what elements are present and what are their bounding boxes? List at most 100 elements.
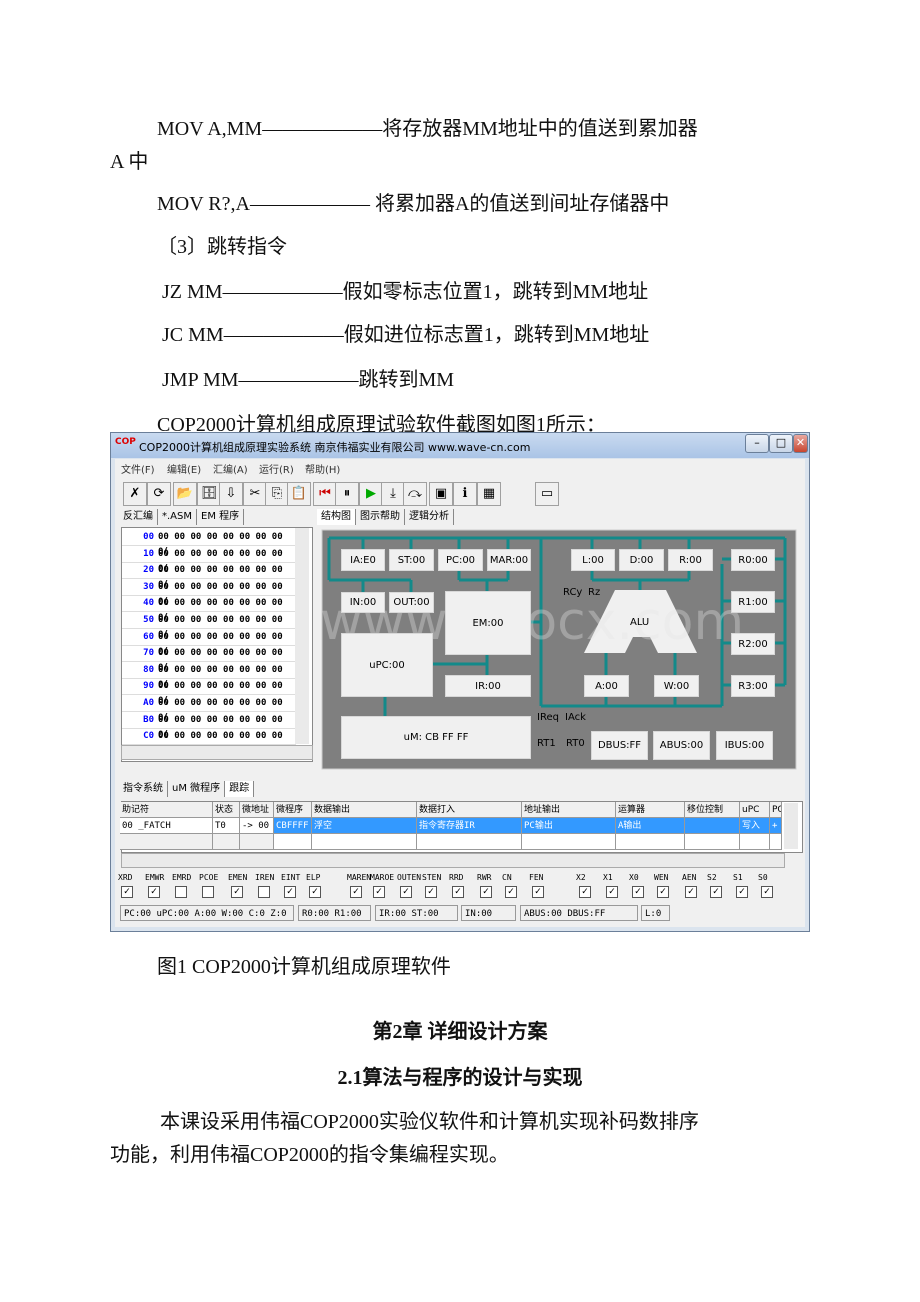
- monitor-icon[interactable]: ▣: [429, 482, 453, 506]
- signal-checkbox-fen[interactable]: ✓: [532, 886, 544, 898]
- bottom-tab[interactable]: 指令系统: [119, 781, 168, 797]
- menu-item[interactable]: 汇编(A): [213, 461, 248, 476]
- left-tab[interactable]: *.ASM: [158, 509, 197, 525]
- signal-checkbox-maroe[interactable]: ✓: [373, 886, 385, 898]
- signal-checkbox-outen[interactable]: ✓: [400, 886, 412, 898]
- empty-cell[interactable]: [213, 834, 240, 850]
- memory-row[interactable]: 90 00 00 00 00 00 00 00 00 0(: [122, 679, 296, 706]
- memory-vscrollbar[interactable]: [295, 528, 309, 744]
- empty-cell[interactable]: [417, 834, 522, 850]
- signal-checkbox-s2[interactable]: ✓: [710, 886, 722, 898]
- signal-checkbox-emen[interactable]: ✓: [231, 886, 243, 898]
- window-icon[interactable]: ▭: [535, 482, 559, 506]
- empty-cell[interactable]: [616, 834, 685, 850]
- memory-row[interactable]: 10 00 00 00 00 00 00 00 00 0(: [122, 547, 296, 574]
- signal-checkbox-s1[interactable]: ✓: [736, 886, 748, 898]
- trace-hscrollbar[interactable]: [121, 853, 785, 868]
- column-header[interactable]: 移位控制: [685, 802, 740, 818]
- signal-checkbox-x2[interactable]: ✓: [579, 886, 591, 898]
- memory-row[interactable]: C000 00 00 00 00 00 00 00 0(: [122, 729, 296, 756]
- signal-checkbox-iren[interactable]: [258, 886, 270, 898]
- memory-row[interactable]: 40 00 00 00 00 00 00 00 00 0(: [122, 596, 296, 623]
- table-cell[interactable]: 写入: [740, 818, 770, 834]
- column-header[interactable]: 运算器: [616, 802, 685, 818]
- column-header[interactable]: 地址输出: [522, 802, 616, 818]
- menu-item[interactable]: 编辑(E): [167, 461, 201, 476]
- maximize-button[interactable]: □: [769, 434, 793, 453]
- menu-item[interactable]: 文件(F): [121, 461, 155, 476]
- memory-row[interactable]: 30 00 00 00 00 00 00 00 00 0(: [122, 580, 296, 607]
- column-header[interactable]: uPC: [740, 802, 770, 818]
- signal-checkbox-rwr[interactable]: ✓: [480, 886, 492, 898]
- signal-checkbox-emrd[interactable]: [175, 886, 187, 898]
- signal-checkbox-sten[interactable]: ✓: [425, 886, 437, 898]
- copy-icon[interactable]: ⎘: [265, 482, 289, 506]
- signal-checkbox-wen[interactable]: ✓: [657, 886, 669, 898]
- save-icon[interactable]: 🗄: [197, 482, 221, 506]
- table-cell[interactable]: +: [770, 818, 782, 834]
- memory-row[interactable]: 00 00 00 00 00 00 00 00 00 0(: [122, 530, 296, 557]
- load-icon[interactable]: ⇩: [219, 482, 243, 506]
- column-header[interactable]: 微程序: [274, 802, 312, 818]
- empty-cell[interactable]: [522, 834, 616, 850]
- empty-cell[interactable]: [240, 834, 274, 850]
- signal-checkbox-rrd[interactable]: ✓: [452, 886, 464, 898]
- bottom-tab[interactable]: uM 微程序: [168, 781, 226, 797]
- cut-icon[interactable]: ✂: [243, 482, 267, 506]
- table-cell[interactable]: [685, 818, 740, 834]
- menu-item[interactable]: 运行(R): [259, 461, 294, 476]
- signal-checkbox-cn[interactable]: ✓: [505, 886, 517, 898]
- signal-checkbox-s0[interactable]: ✓: [761, 886, 773, 898]
- info-icon[interactable]: ℹ: [453, 482, 477, 506]
- table-cell[interactable]: 浮空: [312, 818, 417, 834]
- right-tab[interactable]: 结构图: [317, 509, 356, 525]
- right-tab[interactable]: 图示帮助: [356, 509, 405, 525]
- memory-row[interactable]: B0 00 00 00 00 00 00 00 00 0(: [122, 713, 296, 740]
- step-over-icon[interactable]: ⤼: [403, 482, 427, 506]
- signal-checkbox-x0[interactable]: ✓: [632, 886, 644, 898]
- close-button[interactable]: ✕: [793, 434, 808, 453]
- signal-checkbox-emwr[interactable]: ✓: [148, 886, 160, 898]
- open-folder-icon[interactable]: 📂: [173, 482, 197, 506]
- pause-icon[interactable]: ⏸: [335, 482, 359, 506]
- empty-cell[interactable]: [740, 834, 770, 850]
- empty-cell[interactable]: [312, 834, 417, 850]
- column-header[interactable]: 助记符: [120, 802, 213, 818]
- reset-icon[interactable]: ⏮: [313, 482, 337, 506]
- left-tab[interactable]: EM 程序: [197, 509, 245, 525]
- table-cell[interactable]: T0: [213, 818, 240, 834]
- column-header[interactable]: 数据打入: [417, 802, 522, 818]
- empty-cell[interactable]: [274, 834, 312, 850]
- paste-icon[interactable]: 📋: [287, 482, 311, 506]
- column-header[interactable]: 状态: [213, 802, 240, 818]
- refresh-icon[interactable]: ⟳: [147, 482, 171, 506]
- memory-row[interactable]: 50 00 00 00 00 00 00 00 00 0(: [122, 613, 296, 640]
- signal-checkbox-elp[interactable]: ✓: [309, 886, 321, 898]
- table-cell[interactable]: PC输出: [522, 818, 616, 834]
- signal-checkbox-maren[interactable]: ✓: [350, 886, 362, 898]
- table-cell[interactable]: CBFFFF: [274, 818, 312, 834]
- table-cell[interactable]: 指令寄存器IR: [417, 818, 522, 834]
- signal-checkbox-x1[interactable]: ✓: [606, 886, 618, 898]
- signal-checkbox-aen[interactable]: ✓: [685, 886, 697, 898]
- memory-row[interactable]: 60 00 00 00 00 00 00 00 00 0(: [122, 630, 296, 657]
- table-cell[interactable]: A输出: [616, 818, 685, 834]
- memory-hscrollbar[interactable]: [121, 745, 313, 760]
- clear-icon[interactable]: ✗: [123, 482, 147, 506]
- signal-checkbox-eint[interactable]: ✓: [284, 886, 296, 898]
- column-header[interactable]: 微地址: [240, 802, 274, 818]
- memory-row[interactable]: 20 00 00 00 00 00 00 00 00 0(: [122, 563, 296, 590]
- empty-cell[interactable]: [685, 834, 740, 850]
- right-tab[interactable]: 逻辑分析: [405, 509, 454, 525]
- trace-vscrollbar[interactable]: [784, 803, 798, 849]
- memory-row[interactable]: 80 00 00 00 00 00 00 00 00 0(: [122, 663, 296, 690]
- table-cell[interactable]: 00 _FATCH: [120, 818, 213, 834]
- empty-cell[interactable]: [770, 834, 782, 850]
- run-icon[interactable]: ▶: [359, 482, 383, 506]
- column-header[interactable]: 数据输出: [312, 802, 417, 818]
- menu-item[interactable]: 帮助(H): [305, 461, 340, 476]
- step-icon[interactable]: ⤓: [381, 482, 405, 506]
- memory-row[interactable]: A0 00 00 00 00 00 00 00 00 0(: [122, 696, 296, 723]
- table-cell[interactable]: -> 00: [240, 818, 274, 834]
- minimize-button[interactable]: –: [745, 434, 769, 453]
